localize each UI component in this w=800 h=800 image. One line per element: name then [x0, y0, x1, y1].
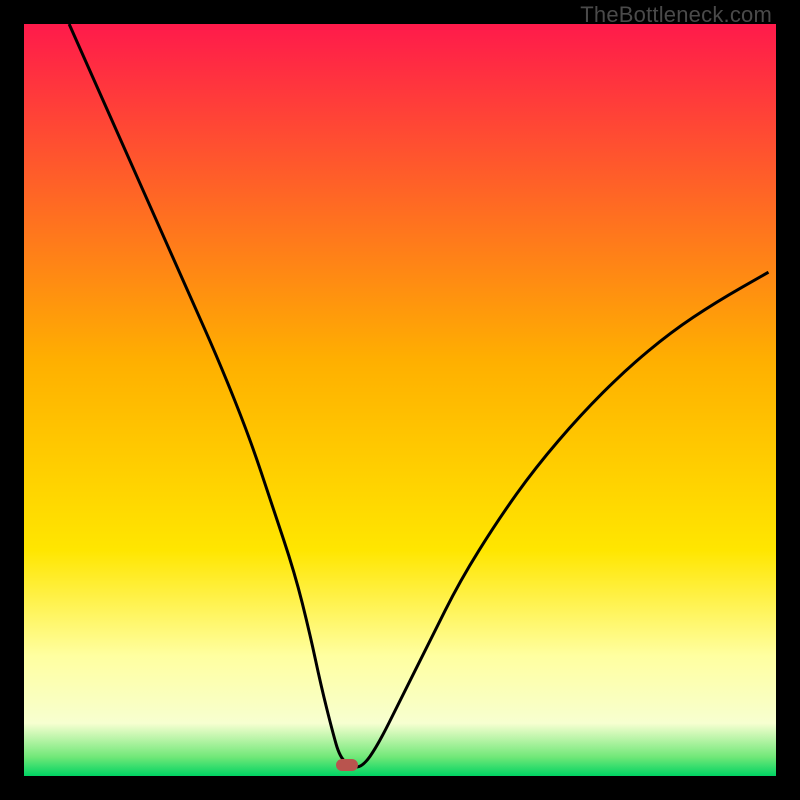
chart-background: [24, 24, 776, 776]
watermark-text: TheBottleneck.com: [580, 2, 772, 28]
optimal-point-marker: [336, 759, 358, 771]
chart-frame: [24, 24, 776, 776]
chart-plot: [24, 24, 776, 776]
